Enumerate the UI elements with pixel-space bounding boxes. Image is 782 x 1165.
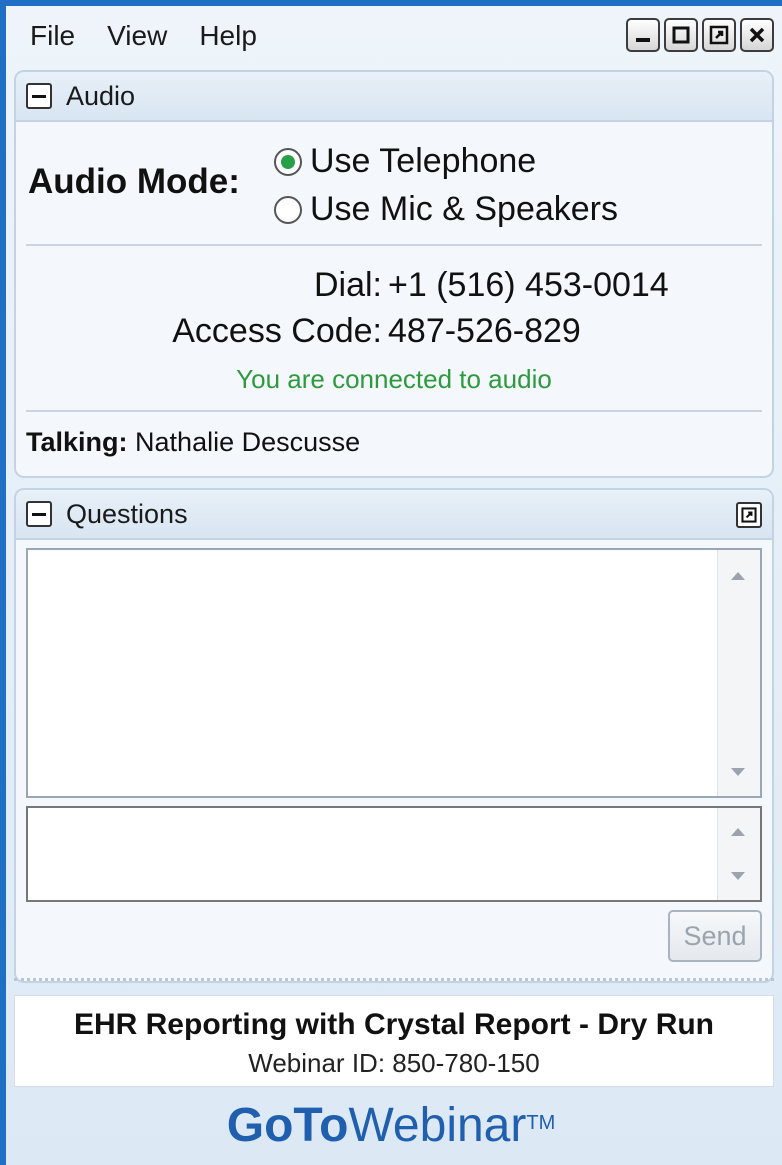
menu-file[interactable]: File — [30, 20, 75, 60]
audio-panel-header: Audio — [16, 72, 772, 122]
audio-header-label: Audio — [66, 80, 136, 111]
dial-value: +1 (516) 453-0014 — [388, 266, 669, 304]
divider — [26, 410, 762, 412]
radio-mic-speakers-label: Use Mic & Speakers — [310, 190, 618, 228]
send-button[interactable]: Send — [668, 910, 762, 962]
questions-log[interactable] — [26, 548, 762, 798]
questions-header-label: Questions — [66, 498, 188, 529]
logo-trademark: TM — [526, 1112, 556, 1134]
popout-icon — [709, 25, 729, 45]
popout-button[interactable] — [702, 18, 736, 52]
logo-bold-text: GoTo — [226, 1099, 349, 1152]
gotowebinar-logo: GoToWebinarTM — [0, 1098, 782, 1153]
minimize-button[interactable] — [626, 18, 660, 52]
scroll-up-icon[interactable] — [731, 828, 745, 836]
popout-icon — [741, 507, 757, 523]
minimize-icon — [636, 38, 650, 42]
maximize-icon — [672, 26, 690, 44]
radio-selected-dot-icon — [281, 154, 295, 169]
close-icon — [749, 27, 765, 43]
question-input-scrollbar[interactable] — [717, 808, 760, 900]
webinar-info: EHR Reporting with Crystal Report - Dry … — [14, 995, 774, 1087]
minus-icon — [32, 512, 46, 516]
logo-light-text: Webinar — [348, 1099, 527, 1152]
resize-grip[interactable] — [14, 978, 774, 981]
radio-telephone-button[interactable] — [274, 147, 302, 176]
minus-icon — [32, 94, 46, 98]
talking-name: Nathalie Descusse — [135, 427, 361, 457]
talking-label: Talking: — [26, 427, 128, 457]
scroll-down-icon[interactable] — [731, 872, 745, 880]
audio-mode-label: Audio Mode: — [28, 162, 240, 201]
scroll-down-icon[interactable] — [731, 768, 745, 776]
scroll-up-icon[interactable] — [731, 572, 745, 580]
window-controls — [626, 18, 774, 52]
menu-view[interactable]: View — [107, 20, 167, 60]
menu-bar: File View Help — [30, 20, 257, 60]
questions-panel-header: Questions — [16, 490, 772, 540]
talking-indicator: Talking: Nathalie Descusse — [26, 427, 360, 458]
menu-help[interactable]: Help — [199, 20, 257, 60]
audio-collapse-button[interactable] — [26, 83, 52, 109]
maximize-button[interactable] — [664, 18, 698, 52]
radio-telephone-label: Use Telephone — [310, 142, 537, 180]
audio-status: You are connected to audio — [236, 364, 552, 394]
question-input[interactable] — [26, 806, 762, 902]
access-code-value: 487-526-829 — [388, 312, 581, 350]
radio-use-mic-speakers[interactable]: Use Mic & Speakers — [274, 190, 618, 229]
questions-panel: Questions Send — [14, 488, 774, 983]
divider — [26, 244, 762, 246]
radio-use-telephone[interactable]: Use Telephone — [274, 142, 536, 181]
webinar-title: EHR Reporting with Crystal Report - Dry … — [73, 1008, 715, 1041]
audio-panel: Audio Audio Mode: Use Telephone Use Mic … — [14, 70, 774, 478]
questions-log-scrollbar[interactable] — [717, 550, 760, 796]
radio-mic-speakers-button[interactable] — [274, 195, 302, 224]
questions-collapse-button[interactable] — [26, 501, 52, 527]
dial-label: Dial: — [313, 266, 382, 304]
close-button[interactable] — [740, 18, 774, 52]
webinar-id: Webinar ID: 850-780-150 — [248, 1048, 540, 1078]
window-top-border — [0, 0, 782, 6]
questions-popout-button[interactable] — [736, 502, 762, 528]
access-code-label: Access Code: — [172, 312, 382, 350]
